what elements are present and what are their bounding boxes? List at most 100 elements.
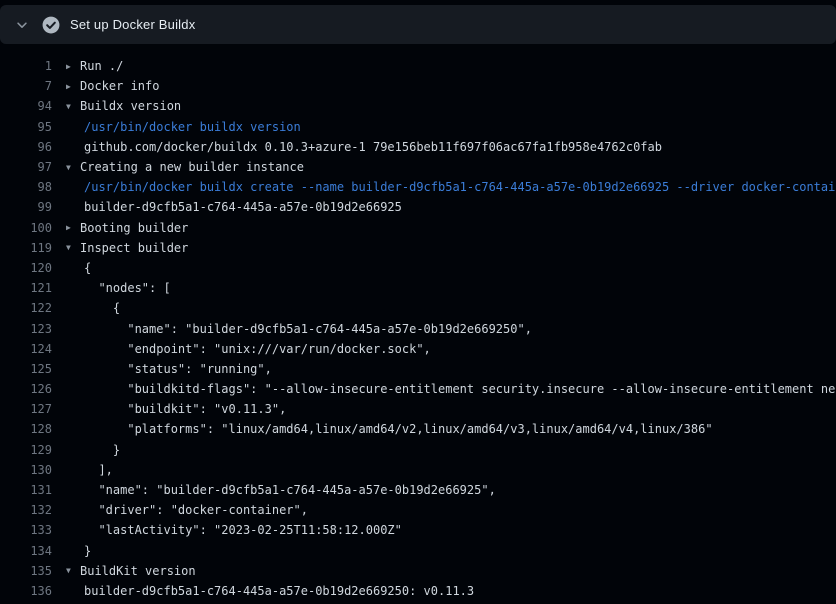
log-line: 129 } <box>0 440 836 460</box>
log-text: /usr/bin/docker buildx create --name bui… <box>84 180 836 194</box>
log-output: builder-d9cfb5a1-c764-445a-a57e-0b19d2e6… <box>66 200 836 214</box>
line-number[interactable]: 96 <box>0 140 52 154</box>
log-line: 123 "name": "builder-d9cfb5a1-c764-445a-… <box>0 318 836 338</box>
log-command: /usr/bin/docker buildx create --name bui… <box>66 180 836 194</box>
log-text: Run ./ <box>80 59 123 73</box>
log-text: "endpoint": "unix:///var/run/docker.sock… <box>84 342 431 356</box>
log-output: builder-d9cfb5a1-c764-445a-a57e-0b19d2e6… <box>66 584 836 598</box>
log-text: "platforms": "linux/amd64,linux/amd64/v2… <box>84 422 713 436</box>
log-line: 100 ▶Booting builder <box>0 218 836 238</box>
line-number[interactable]: 127 <box>0 402 52 416</box>
log-group-header[interactable]: ▶Run ./ <box>66 59 836 73</box>
log-text: } <box>84 544 91 558</box>
line-number[interactable]: 95 <box>0 120 52 134</box>
step-header[interactable]: Set up Docker Buildx <box>0 5 836 44</box>
log-text: Creating a new builder instance <box>80 160 304 174</box>
log-output: } <box>66 544 836 558</box>
log-line: 134} <box>0 541 836 561</box>
line-number[interactable]: 98 <box>0 180 52 194</box>
triangle-right-icon: ▶ <box>66 223 80 232</box>
check-circle-icon <box>42 16 60 34</box>
log-output: "driver": "docker-container", <box>66 503 836 517</box>
log-output: "name": "builder-d9cfb5a1-c764-445a-a57e… <box>66 483 836 497</box>
log-line: 131 "name": "builder-d9cfb5a1-c764-445a-… <box>0 480 836 500</box>
log-text: "driver": "docker-container", <box>84 503 308 517</box>
log-text: } <box>84 443 120 457</box>
line-number[interactable]: 100 <box>0 221 52 235</box>
log-output: "lastActivity": "2023-02-25T11:58:12.000… <box>66 523 836 537</box>
log-text: "status": "running", <box>84 362 272 376</box>
log-text: "lastActivity": "2023-02-25T11:58:12.000… <box>84 523 402 537</box>
log-text: "name": "builder-d9cfb5a1-c764-445a-a57e… <box>84 322 532 336</box>
log-line: 7 ▶Docker info <box>0 76 836 96</box>
log-line: 121 "nodes": [ <box>0 278 836 298</box>
line-number[interactable]: 128 <box>0 422 52 436</box>
log-text: "buildkit": "v0.11.3", <box>84 402 286 416</box>
log-group-header[interactable]: ▼Creating a new builder instance <box>66 160 836 174</box>
log-output: } <box>66 443 836 457</box>
log-output: "platforms": "linux/amd64,linux/amd64/v2… <box>66 422 836 436</box>
line-number[interactable]: 135 <box>0 564 52 578</box>
log-text: BuildKit version <box>80 564 196 578</box>
log-line: 128 "platforms": "linux/amd64,linux/amd6… <box>0 419 836 439</box>
log-output: "buildkitd-flags": "--allow-insecure-ent… <box>66 382 836 396</box>
line-number[interactable]: 119 <box>0 241 52 255</box>
log-output: "name": "builder-d9cfb5a1-c764-445a-a57e… <box>66 322 836 336</box>
log-text: "nodes": [ <box>84 281 171 295</box>
log-line: 122 { <box>0 298 836 318</box>
line-number[interactable]: 136 <box>0 584 52 598</box>
log-line: 94 ▼Buildx version <box>0 96 836 116</box>
line-number[interactable]: 131 <box>0 483 52 497</box>
log-text: "name": "builder-d9cfb5a1-c764-445a-a57e… <box>84 483 496 497</box>
log-line: 126 "buildkitd-flags": "--allow-insecure… <box>0 379 836 399</box>
log-text: "buildkitd-flags": "--allow-insecure-ent… <box>84 382 836 396</box>
log-output: "endpoint": "unix:///var/run/docker.sock… <box>66 342 836 356</box>
line-number[interactable]: 120 <box>0 261 52 275</box>
line-number[interactable]: 123 <box>0 322 52 336</box>
line-number[interactable]: 97 <box>0 160 52 174</box>
log-output: { <box>66 301 836 315</box>
log-text: builder-d9cfb5a1-c764-445a-a57e-0b19d2e6… <box>84 584 474 598</box>
log-text: { <box>84 261 91 275</box>
triangle-down-icon: ▼ <box>66 163 80 172</box>
line-number[interactable]: 133 <box>0 523 52 537</box>
log-group-header[interactable]: ▼Inspect builder <box>66 241 836 255</box>
log-output: "status": "running", <box>66 362 836 376</box>
log-text: Buildx version <box>80 99 181 113</box>
line-number[interactable]: 132 <box>0 503 52 517</box>
log-line: 98/usr/bin/docker buildx create --name b… <box>0 177 836 197</box>
log-text: github.com/docker/buildx 0.10.3+azure-1 … <box>84 140 662 154</box>
line-number[interactable]: 124 <box>0 342 52 356</box>
log-text: ], <box>84 463 113 477</box>
line-number[interactable]: 125 <box>0 362 52 376</box>
log-area: 1▶Run ./7▶Docker info94▼Buildx version95… <box>0 44 836 601</box>
line-number[interactable]: 130 <box>0 463 52 477</box>
line-number[interactable]: 121 <box>0 281 52 295</box>
log-text: Docker info <box>80 79 159 93</box>
log-group-header[interactable]: ▼Buildx version <box>66 99 836 113</box>
log-line: 96 github.com/docker/buildx 0.10.3+azure-… <box>0 137 836 157</box>
log-group-header[interactable]: ▼BuildKit version <box>66 564 836 578</box>
log-line: 127 "buildkit": "v0.11.3", <box>0 399 836 419</box>
line-number[interactable]: 7 <box>0 79 52 93</box>
line-number[interactable]: 99 <box>0 200 52 214</box>
chevron-down-icon[interactable] <box>14 17 30 33</box>
log-line: 99 builder-d9cfb5a1-c764-445a-a57e-0b19d2… <box>0 197 836 217</box>
log-output: { <box>66 261 836 275</box>
line-number[interactable]: 129 <box>0 443 52 457</box>
log-group-header[interactable]: ▶Docker info <box>66 79 836 93</box>
triangle-down-icon: ▼ <box>66 243 80 252</box>
log-text: builder-d9cfb5a1-c764-445a-a57e-0b19d2e6… <box>84 200 402 214</box>
log-line: 133 "lastActivity": "2023-02-25T11:58:12… <box>0 520 836 540</box>
line-number[interactable]: 126 <box>0 382 52 396</box>
log-line: 95/usr/bin/docker buildx version <box>0 117 836 137</box>
triangle-down-icon: ▼ <box>66 566 80 575</box>
line-number[interactable]: 1 <box>0 59 52 73</box>
log-line: 130 ], <box>0 460 836 480</box>
line-number[interactable]: 134 <box>0 544 52 558</box>
log-group-header[interactable]: ▶Booting builder <box>66 221 836 235</box>
line-number[interactable]: 122 <box>0 301 52 315</box>
triangle-down-icon: ▼ <box>66 102 80 111</box>
line-number[interactable]: 94 <box>0 99 52 113</box>
log-line: 120 { <box>0 258 836 278</box>
